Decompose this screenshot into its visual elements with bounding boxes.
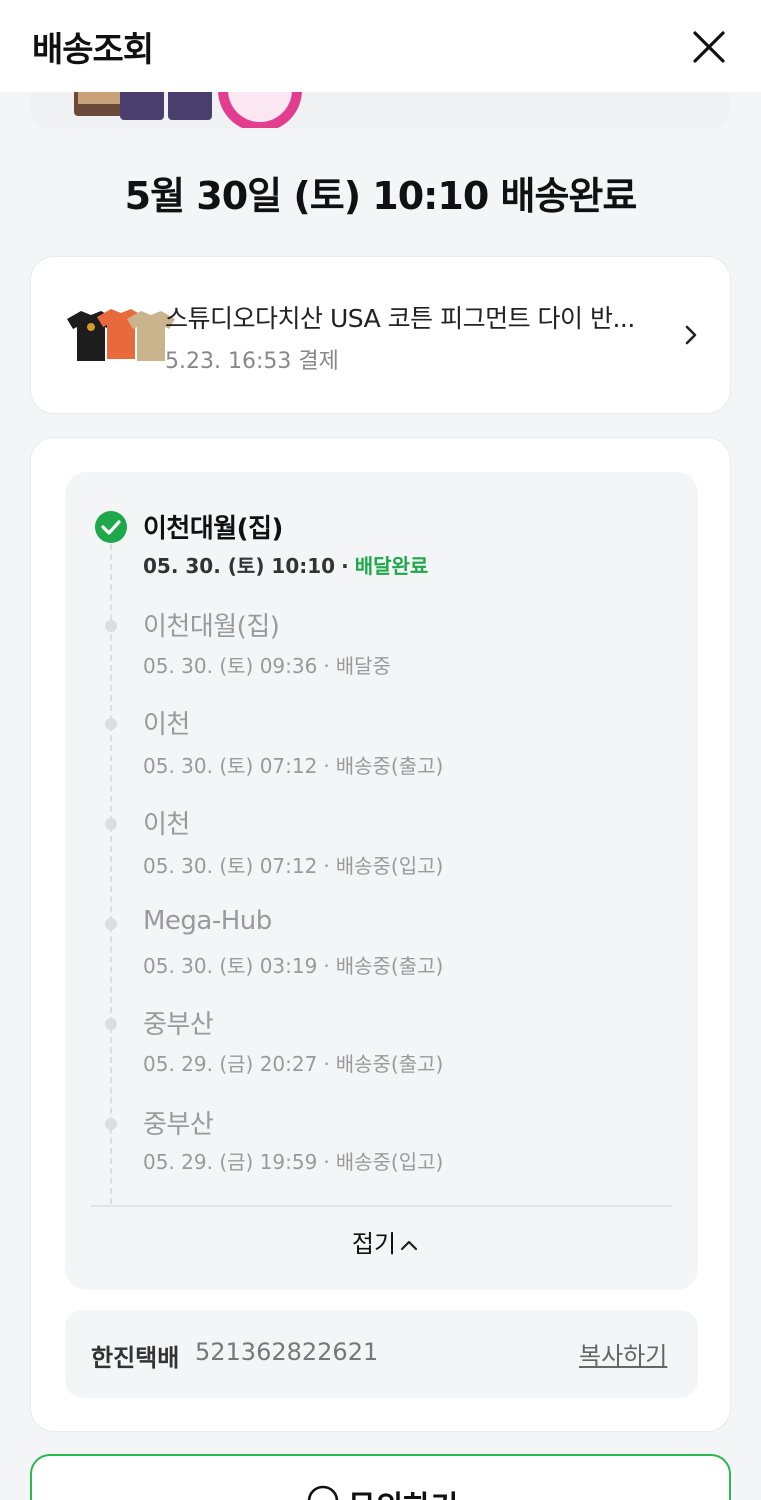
event-location: 이천대월(집) bbox=[143, 514, 283, 544]
inquiry-button[interactable]: 문의하기 bbox=[30, 1454, 731, 1500]
event-location: 중부산 bbox=[143, 1110, 214, 1140]
tracking-number: 521362822621 bbox=[195, 1338, 379, 1366]
timeline-dot bbox=[105, 718, 117, 730]
close-icon[interactable] bbox=[688, 26, 730, 68]
timeline-event: 이천대월(집) 05. 30. (토) 09:36 · 배달중 bbox=[65, 572, 698, 678]
event-location: 중부산 bbox=[143, 1010, 214, 1040]
chevron-right-icon bbox=[685, 325, 697, 345]
event-location: Mega-Hub bbox=[143, 906, 272, 936]
check-circle-icon bbox=[95, 511, 127, 543]
courier-info: 한진택배 521362822621 복사하기 bbox=[65, 1310, 698, 1398]
chat-bubble-icon bbox=[307, 1485, 339, 1500]
timeline-event: Mega-Hub 05. 30. (토) 03:19 · 배송중(출고) bbox=[65, 872, 698, 978]
app-header: 배송조회 bbox=[0, 0, 761, 92]
page-title: 배송조회 bbox=[32, 30, 154, 70]
payment-date: 5.23. 16:53 결제 bbox=[165, 349, 339, 374]
product-thumbnail bbox=[67, 309, 175, 361]
product-name: 스튜디오다치산 USA 코튼 피그먼트 다이 반... bbox=[165, 304, 635, 333]
timeline-dot bbox=[105, 620, 117, 632]
timeline-event: 중부산 05. 29. (금) 20:27 · 배송중(출고) bbox=[65, 972, 698, 1076]
courier-name: 한진택배 bbox=[91, 1344, 180, 1372]
timeline-event: 이천 05. 30. (토) 07:12 · 배송중(출고) bbox=[65, 672, 698, 778]
delivery-status-headline: 5월 30일 (토) 10:10 배송완료 bbox=[124, 174, 638, 218]
fold-label: 접기 bbox=[351, 1230, 397, 1258]
timeline-dot bbox=[105, 1118, 117, 1130]
event-meta: 05. 29. (금) 19:59 · 배송중(입고) bbox=[143, 1150, 444, 1174]
divider bbox=[91, 1205, 672, 1207]
event-location: 이천 bbox=[143, 710, 190, 740]
chevron-up-icon bbox=[400, 1240, 418, 1251]
product-card[interactable]: 스튜디오다치산 USA 코튼 피그먼트 다이 반... 5.23. 16:53 … bbox=[30, 256, 731, 414]
timeline-dot bbox=[105, 1018, 117, 1030]
timeline-event: 이천 05. 30. (토) 07:12 · 배송중(입고) bbox=[65, 772, 698, 878]
copy-tracking-number-link[interactable]: 복사하기 bbox=[579, 1336, 667, 1371]
timeline-event: 중부산 05. 29. (금) 19:59 · 배송중(입고) bbox=[65, 1072, 698, 1174]
tracking-card: 이천대월(집) 05. 30. (토) 10:10 · 배달완료 이천대월(집) 0… bbox=[30, 437, 731, 1432]
fold-button[interactable]: 접기 bbox=[325, 1224, 445, 1268]
inquiry-label: 문의하기 bbox=[348, 1482, 458, 1500]
event-location: 이천대월(집) bbox=[143, 612, 280, 642]
event-datetime: 05. 29. (금) 19:59 bbox=[143, 1150, 318, 1174]
delivery-tracking-page: 배송조회 5월 30일 (토) 10:10 배송완료 스튜디오다치산 USA 코… bbox=[0, 0, 761, 1500]
timeline-event: 이천대월(집) 05. 30. (토) 10:10 · 배달완료 bbox=[65, 472, 698, 578]
event-status: 배송중(입고) bbox=[335, 1150, 444, 1174]
event-location: 이천 bbox=[143, 810, 190, 840]
timeline-dot bbox=[105, 918, 117, 930]
tracking-timeline: 이천대월(집) 05. 30. (토) 10:10 · 배달완료 이천대월(집) 0… bbox=[65, 472, 698, 1290]
timeline-dot bbox=[105, 818, 117, 830]
